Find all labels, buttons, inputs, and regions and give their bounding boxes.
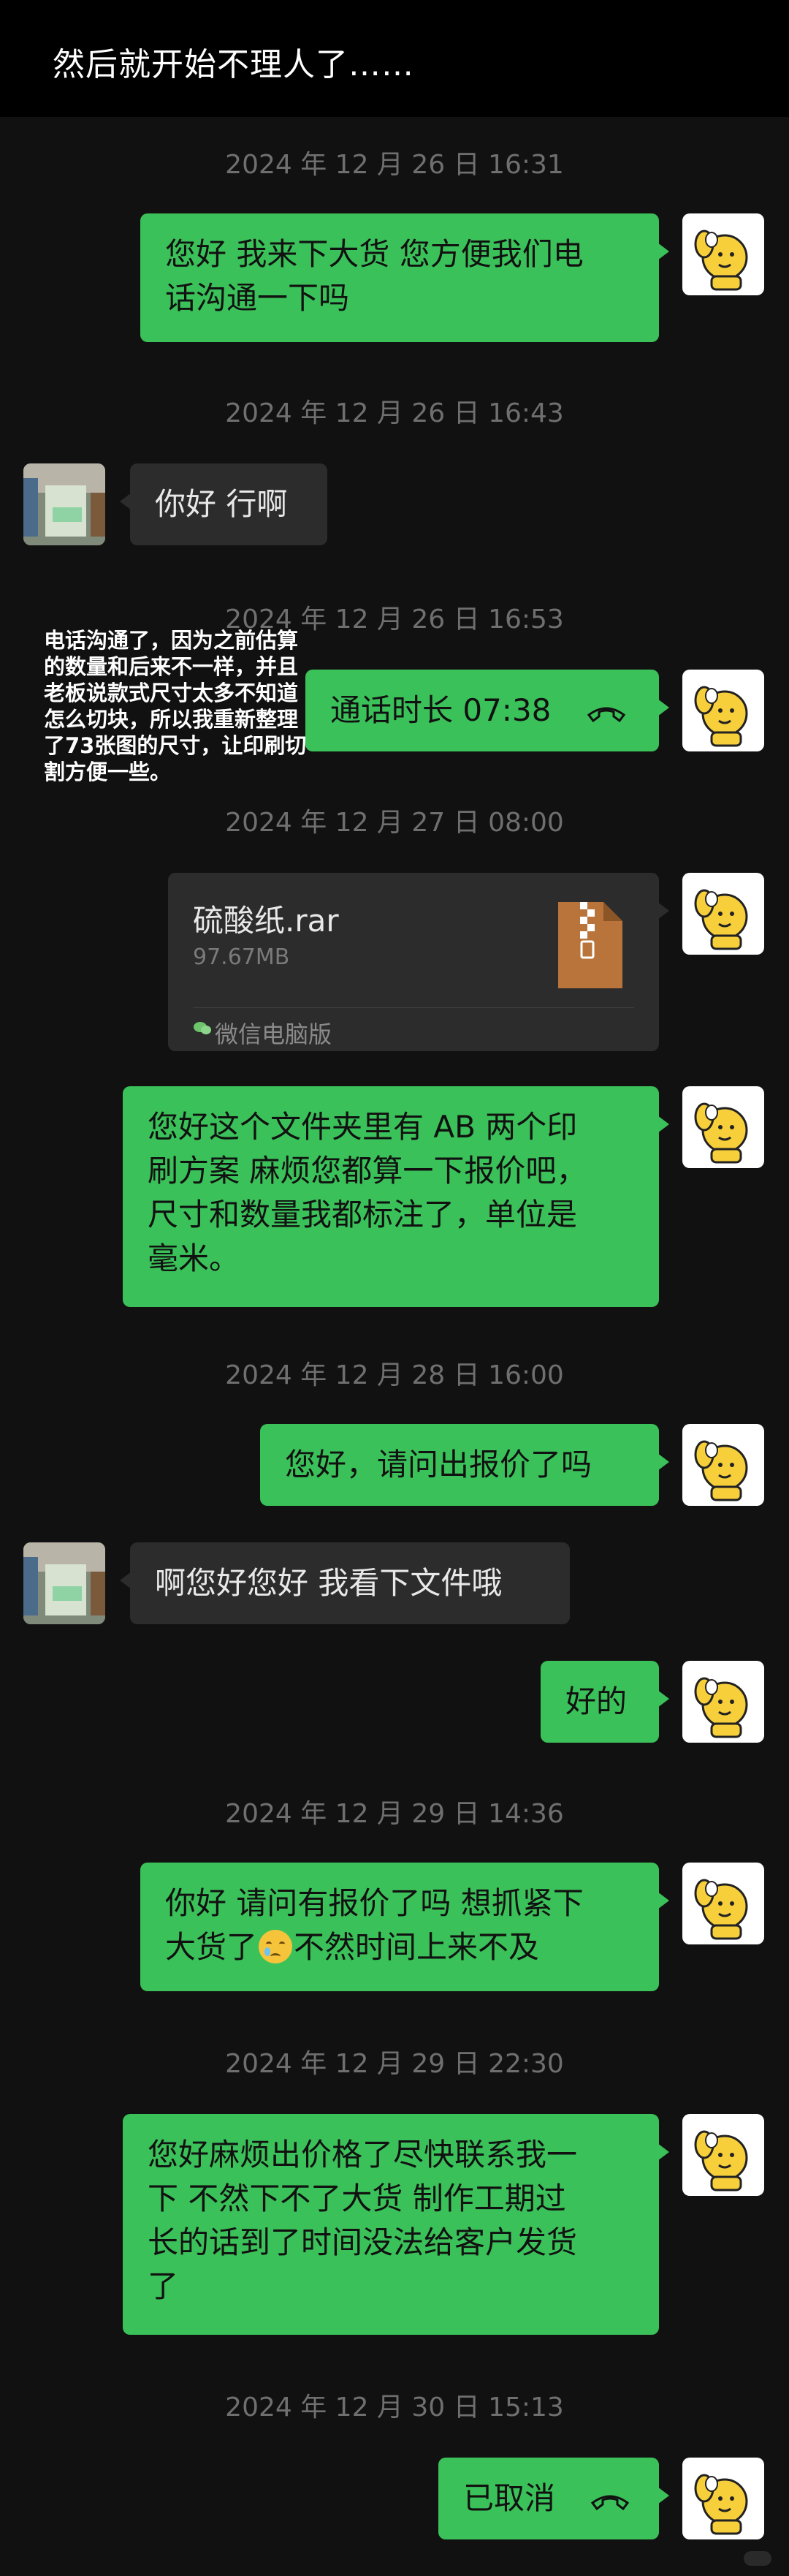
message-text: 啊您好您好 我看下文件哦 <box>155 1565 503 1601</box>
my-avatar[interactable] <box>682 1424 764 1506</box>
contact-avatar[interactable] <box>23 463 105 545</box>
message-text-line: 您好这个文件夹里有 AB 两个印 <box>148 1109 578 1145</box>
message-bubble-sent[interactable]: 您好麻烦出价格了尽快联系我一 下 不然下不了大货 制作工期过 长的话到了时间没法… <box>123 2114 669 2335</box>
file-size: 97.67MB <box>193 944 290 970</box>
message-text-part: 不然时间上来不及 <box>294 1929 540 1965</box>
cartoon-dog-avatar-icon <box>694 1677 748 1738</box>
annotation-note: 电话沟通了，因为之前估算的数量和后来不一样，并且老板说款式尺寸太多不知道怎么切块… <box>44 628 307 784</box>
wechat-icon <box>194 1022 211 1034</box>
phone-hangup-icon <box>591 2495 630 2510</box>
message-bubble-sent[interactable]: 好的 <box>541 1661 669 1743</box>
message-text-line: 您好麻烦出价格了尽快联系我一 <box>148 2137 578 2172</box>
cartoon-dog-avatar-icon <box>694 1102 748 1164</box>
call-record-bubble[interactable]: 通话时长 07:38 <box>305 670 669 751</box>
contact-photo-icon <box>23 463 105 545</box>
phone-hangup-icon <box>587 707 625 722</box>
timestamp: 2024 年 12 月 27 日 08:00 <box>225 808 564 838</box>
my-avatar[interactable] <box>682 670 764 751</box>
message-text-line: 刷方案 麻烦您都算一下报价吧， <box>148 1153 587 1189</box>
message-text-part: 大货了 <box>165 1929 258 1965</box>
cartoon-dog-avatar-icon <box>694 230 748 291</box>
call-status-text: 已取消 <box>463 2480 556 2516</box>
timestamp: 2024 年 12 月 29 日 22:30 <box>225 2049 564 2079</box>
my-avatar[interactable] <box>682 1086 764 1168</box>
file-source-label: 微信电脑版 <box>215 1020 332 1048</box>
watermark-badge <box>744 2551 771 2566</box>
my-avatar[interactable] <box>682 2114 764 2196</box>
contact-avatar[interactable] <box>23 1542 105 1624</box>
timestamp: 2024 年 12 月 29 日 14:36 <box>225 1799 564 1829</box>
timestamp: 2024 年 12 月 30 日 15:13 <box>225 2393 564 2422</box>
divider <box>193 1007 634 1008</box>
message-bubble-received[interactable]: 你好 行啊 <box>120 463 327 545</box>
cartoon-dog-avatar-icon <box>694 889 748 950</box>
chat-header: 然后就开始不理人了…… <box>0 0 789 117</box>
my-avatar[interactable] <box>682 2458 764 2539</box>
file-name: 硫酸纸.rar <box>193 903 339 939</box>
message-text: 好的 <box>565 1683 628 1719</box>
message-text-line: 了 <box>148 2268 179 2304</box>
message-bubble-sent[interactable]: 你好 请问有报价了吗 想抓紧下 大货了 不然时间上来不及 <box>140 1863 669 1991</box>
my-avatar[interactable] <box>682 213 764 295</box>
timestamp: 2024 年 12 月 28 日 16:00 <box>225 1360 564 1390</box>
call-duration-text: 通话时长 07:38 <box>330 692 552 728</box>
cartoon-dog-avatar-icon <box>694 686 748 747</box>
message-text-line: 你好 请问有报价了吗 想抓紧下 <box>165 1885 584 1921</box>
call-record-bubble[interactable]: 已取消 <box>438 2458 669 2539</box>
cartoon-dog-avatar-icon <box>694 1879 748 1940</box>
message-text-line: 尺寸和数量我都标注了，单位是 <box>148 1197 578 1232</box>
my-avatar[interactable] <box>682 1661 764 1743</box>
crying-face-emoji-icon <box>259 1930 293 1963</box>
cartoon-dog-avatar-icon <box>694 2130 748 2192</box>
message-text-line: 长的话到了时间没法给客户发货 <box>148 2224 578 2260</box>
timestamp: 2024 年 12 月 26 日 16:43 <box>225 398 564 428</box>
cartoon-dog-avatar-icon <box>694 2474 748 2535</box>
my-avatar[interactable] <box>682 1863 764 1944</box>
my-avatar[interactable] <box>682 873 764 955</box>
message-text-line: 大货了 不然时间上来不及 <box>165 1925 634 1969</box>
message-bubble-sent[interactable]: 您好，请问出报价了吗 <box>260 1424 669 1506</box>
message-text-line: 话沟通一下吗 <box>165 280 350 316</box>
contact-photo-icon <box>23 1542 105 1624</box>
message-bubble-sent[interactable]: 您好这个文件夹里有 AB 两个印 刷方案 麻烦您都算一下报价吧， 尺寸和数量我都… <box>123 1086 669 1307</box>
zip-archive-icon <box>558 902 622 988</box>
timestamp: 2024 年 12 月 26 日 16:31 <box>225 150 564 180</box>
message-text-line: 毫米。 <box>148 1240 240 1276</box>
message-bubble-received[interactable]: 啊您好您好 我看下文件哦 <box>120 1542 570 1624</box>
message-text: 您好，请问出报价了吗 <box>285 1447 592 1482</box>
message-text-line: 您好 我来下大货 您方便我们电 <box>165 236 584 272</box>
cartoon-dog-avatar-icon <box>694 1440 748 1501</box>
chat-title: 然后就开始不理人了…… <box>53 46 414 83</box>
message-text: 你好 行啊 <box>155 486 288 522</box>
message-text-line: 下 不然下不了大货 制作工期过 <box>148 2181 566 2216</box>
message-bubble-sent[interactable]: 您好 我来下大货 您方便我们电 话沟通一下吗 <box>140 213 669 342</box>
file-attachment-card[interactable]: 硫酸纸.rar 97.67MB 微信电脑版 <box>168 873 669 1051</box>
